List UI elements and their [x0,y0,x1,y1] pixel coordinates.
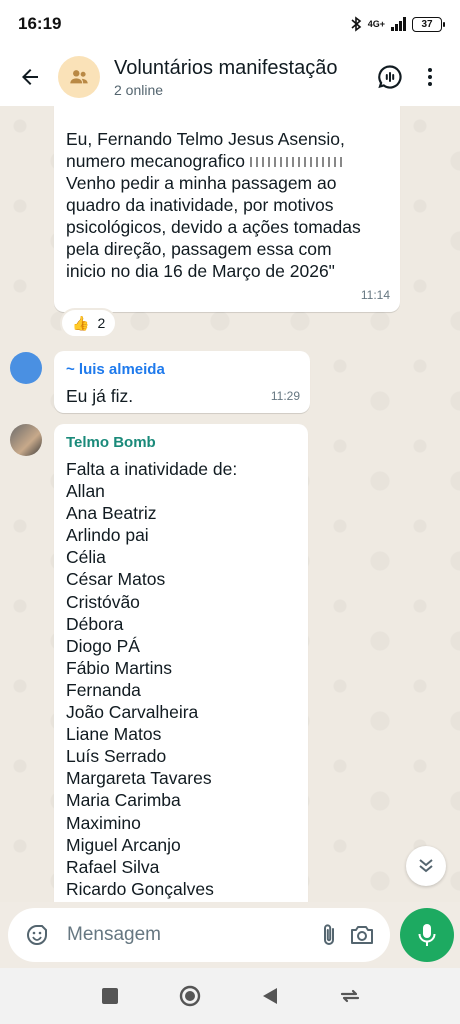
group-icon [70,70,88,84]
voice-chat-button[interactable] [370,57,410,97]
scroll-to-bottom-button[interactable] [406,846,446,886]
message-composer [8,908,390,962]
arrow-back-icon [22,69,38,85]
message-text-part: Venho pedir a minha passagem ao quadro d… [66,173,361,281]
more-vert-icon [428,68,432,86]
system-nav-bar [0,968,460,1024]
input-bar [0,902,460,968]
battery-icon: 37 [412,16,445,32]
chat-header: Voluntários manifestação 2 online [0,48,460,106]
message-bubble[interactable]: Telmo Bomb Falta a inatividade de: Allan… [54,424,308,902]
microphone-icon [418,924,436,946]
message-text: Falta a inatividade de: Allan Ana Beatri… [66,459,238,899]
message-time: 11:14 [360,288,390,302]
message-bubble[interactable]: ~ luis almeida Eu já fiz. 11:29 [54,351,310,413]
bluetooth-icon [351,16,362,32]
message-time: 11:29 [270,389,300,403]
chat-title: Voluntários manifestação [114,56,338,79]
sticker-button[interactable] [20,916,53,954]
sticker-icon [26,925,47,946]
paperclip-icon [323,924,334,945]
home-button[interactable] [170,976,210,1016]
back-nav-button[interactable] [250,976,290,1016]
sender-name[interactable]: Telmo Bomb [66,432,296,454]
triangle-back-icon [263,988,277,1004]
voice-chat-icon [378,65,402,89]
message-text: Eu já fiz. [66,386,134,406]
camera-icon [350,926,373,944]
double-chevron-down-icon [419,859,433,873]
status-time: 16:19 [18,14,62,33]
message-input[interactable] [67,924,312,946]
attach-button[interactable] [312,916,345,954]
reaction-badge[interactable]: 👍 2 [60,308,118,338]
group-avatar[interactable] [58,56,100,98]
message-text: Eu, Fernando Telmo Jesus Asensio, numero… [66,128,388,282]
menu-button[interactable] [410,57,450,97]
redacted-number [249,157,342,168]
rotate-button[interactable] [330,976,370,1016]
camera-button[interactable] [345,916,378,954]
recents-button[interactable] [90,976,130,1016]
status-icons: 4G+ 37 [350,16,445,32]
back-button[interactable] [10,57,50,97]
thumbs-up-icon: 👍 [72,314,90,331]
status-bar: 16:19 4G+ 37 [0,0,460,48]
voice-message-button[interactable] [400,908,454,962]
chat-subtitle: 2 online [114,81,164,98]
message-bubble[interactable]: Eu, Fernando Telmo Jesus Asensio, numero… [54,106,400,312]
sender-name[interactable]: ~ luis almeida [66,359,298,381]
signal-icon [391,17,406,31]
network-type: 4G+ [367,18,385,29]
avatar[interactable] [10,424,42,456]
chat-area[interactable]: Eu, Fernando Telmo Jesus Asensio, numero… [0,106,460,902]
avatar[interactable] [10,352,42,384]
chat-info[interactable]: Voluntários manifestação 2 online [114,57,370,98]
circle-icon [179,985,201,1007]
rotate-icon [340,989,360,1003]
square-icon [102,988,118,1004]
reaction-count: 2 [97,315,106,331]
